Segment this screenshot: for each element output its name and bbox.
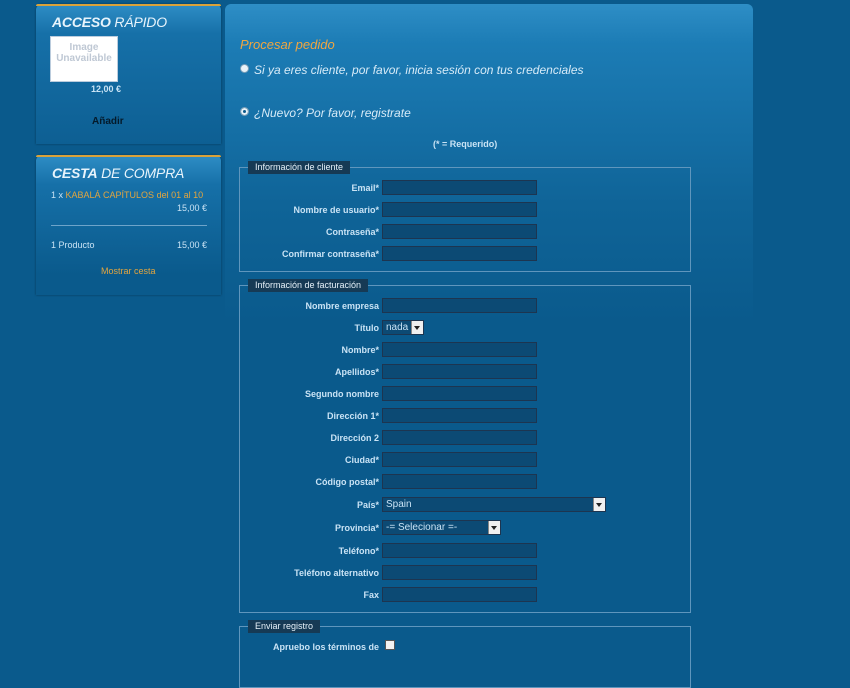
confirm-password-field[interactable] [382,246,537,261]
billing-info-legend: Información de facturación [248,279,369,292]
middle-name-label: Segundo nombre [305,389,379,399]
chevron-down-icon[interactable] [488,521,500,534]
zip-row: Código postal* [240,474,690,490]
cart-title: Cesta de compra [52,165,185,181]
company-row: Nombre empresa [240,298,690,314]
phone-row: Teléfono* [240,543,690,559]
radio-register[interactable] [240,107,249,116]
alt-phone-row: Teléfono alternativo [240,565,690,581]
email-field[interactable] [382,180,537,195]
confirm-password-row: Confirmar contraseña* [240,246,690,262]
product-price: 12,00 € [91,84,122,94]
address1-label: Dirección 1* [326,411,379,421]
middle-name-field[interactable] [382,386,537,401]
city-field[interactable] [382,452,537,467]
password-field[interactable] [382,224,537,239]
fax-field[interactable] [382,587,537,602]
alt-phone-label: Teléfono alternativo [294,568,379,578]
password-row: Contraseña* [240,224,690,240]
product-image[interactable]: Image Unavailable [50,36,118,82]
middle-name-row: Segundo nombre [240,386,690,402]
cart-divider [51,225,207,226]
cart-product-count: 1 Producto [51,240,95,250]
email-label: Email* [351,183,379,193]
add-button[interactable]: Añadir [92,116,124,127]
checkout-panel: Procesar pedido Si ya eres cliente, por … [225,4,753,688]
first-name-field[interactable] [382,342,537,357]
billing-info-fieldset: Información de facturación Nombre empres… [239,279,691,613]
city-label: Ciudad* [344,455,379,465]
chevron-down-icon[interactable] [593,498,605,511]
city-row: Ciudad* [240,452,690,468]
zip-label: Código postal* [315,477,380,487]
cart-item-qty: 1 x [51,190,64,200]
customer-info-fieldset: Información de cliente Email* Nombre de … [239,161,691,272]
zip-field[interactable] [382,474,537,489]
first-name-row: Nombre* [240,342,690,358]
fax-row: Fax [240,587,690,603]
last-name-field[interactable] [382,364,537,379]
submit-registration-legend: Enviar registro [248,620,321,633]
country-label: País* [356,500,379,510]
terms-checkbox[interactable] [385,640,395,650]
province-select[interactable]: -= Selecionar =- [382,520,501,535]
terms-row: Apruebo los términos de [240,640,690,656]
alt-phone-field[interactable] [382,565,537,580]
terms-label: Apruebo los términos de [272,642,379,652]
country-select[interactable]: Spain [382,497,606,512]
province-label: Provincia* [334,523,379,533]
title-select[interactable]: nada [382,320,424,335]
address2-field[interactable] [382,430,537,445]
quick-access-title: Acceso rápido [52,14,167,30]
first-name-label: Nombre* [341,345,379,355]
quick-access-panel: Acceso rápido Image Unavailable 12,00 € … [36,4,221,144]
confirm-password-label: Confirmar contraseña* [281,249,379,259]
panel-accent [36,155,221,157]
username-field[interactable] [382,202,537,217]
required-note: (* = Requerido) [433,139,498,149]
password-label: Contraseña* [325,227,379,237]
cart-item: 1 x KABALÁ CAPÍTULOS del 01 al 10 [51,190,203,200]
address2-row: Dirección 2 [240,430,690,446]
phone-label: Teléfono* [338,546,379,556]
title-row: Título nada [240,320,690,336]
username-row: Nombre de usuario* [240,202,690,218]
show-cart-link[interactable]: Mostrar cesta [101,266,156,276]
submit-registration-fieldset: Enviar registro Apruebo los términos de [239,620,691,688]
country-row: País* Spain [240,497,690,513]
radio-login[interactable] [240,64,249,73]
fax-label: Fax [363,590,379,600]
company-field[interactable] [382,298,537,313]
register-option[interactable]: ¿Nuevo? Por favor, registrate [240,106,411,120]
address2-label: Dirección 2 [330,433,379,443]
company-label: Nombre empresa [305,301,379,311]
image-unavailable-text: Image Unavailable [56,42,112,64]
username-label: Nombre de usuario* [293,205,379,215]
customer-info-legend: Información de cliente [248,161,351,174]
address1-field[interactable] [382,408,537,423]
chevron-down-icon[interactable] [411,321,423,334]
page-title: Procesar pedido [240,37,335,52]
title-label: Título [354,323,380,333]
province-row: Provincia* -= Selecionar =- [240,520,690,536]
cart-item-price: 15,00 € [176,203,207,213]
cart-panel: Cesta de compra 1 x KABALÁ CAPÍTULOS del… [36,155,221,295]
email-row: Email* [240,180,690,196]
address1-row: Dirección 1* [240,408,690,424]
cart-total: 15,00 € [176,240,207,250]
phone-field[interactable] [382,543,537,558]
panel-accent [36,4,221,6]
cart-item-link[interactable]: KABALÁ CAPÍTULOS del 01 al 10 [66,190,204,200]
login-option[interactable]: Si ya eres cliente, por favor, inicia se… [240,63,584,77]
last-name-row: Apellidos* [240,364,690,380]
last-name-label: Apellidos* [334,367,379,377]
